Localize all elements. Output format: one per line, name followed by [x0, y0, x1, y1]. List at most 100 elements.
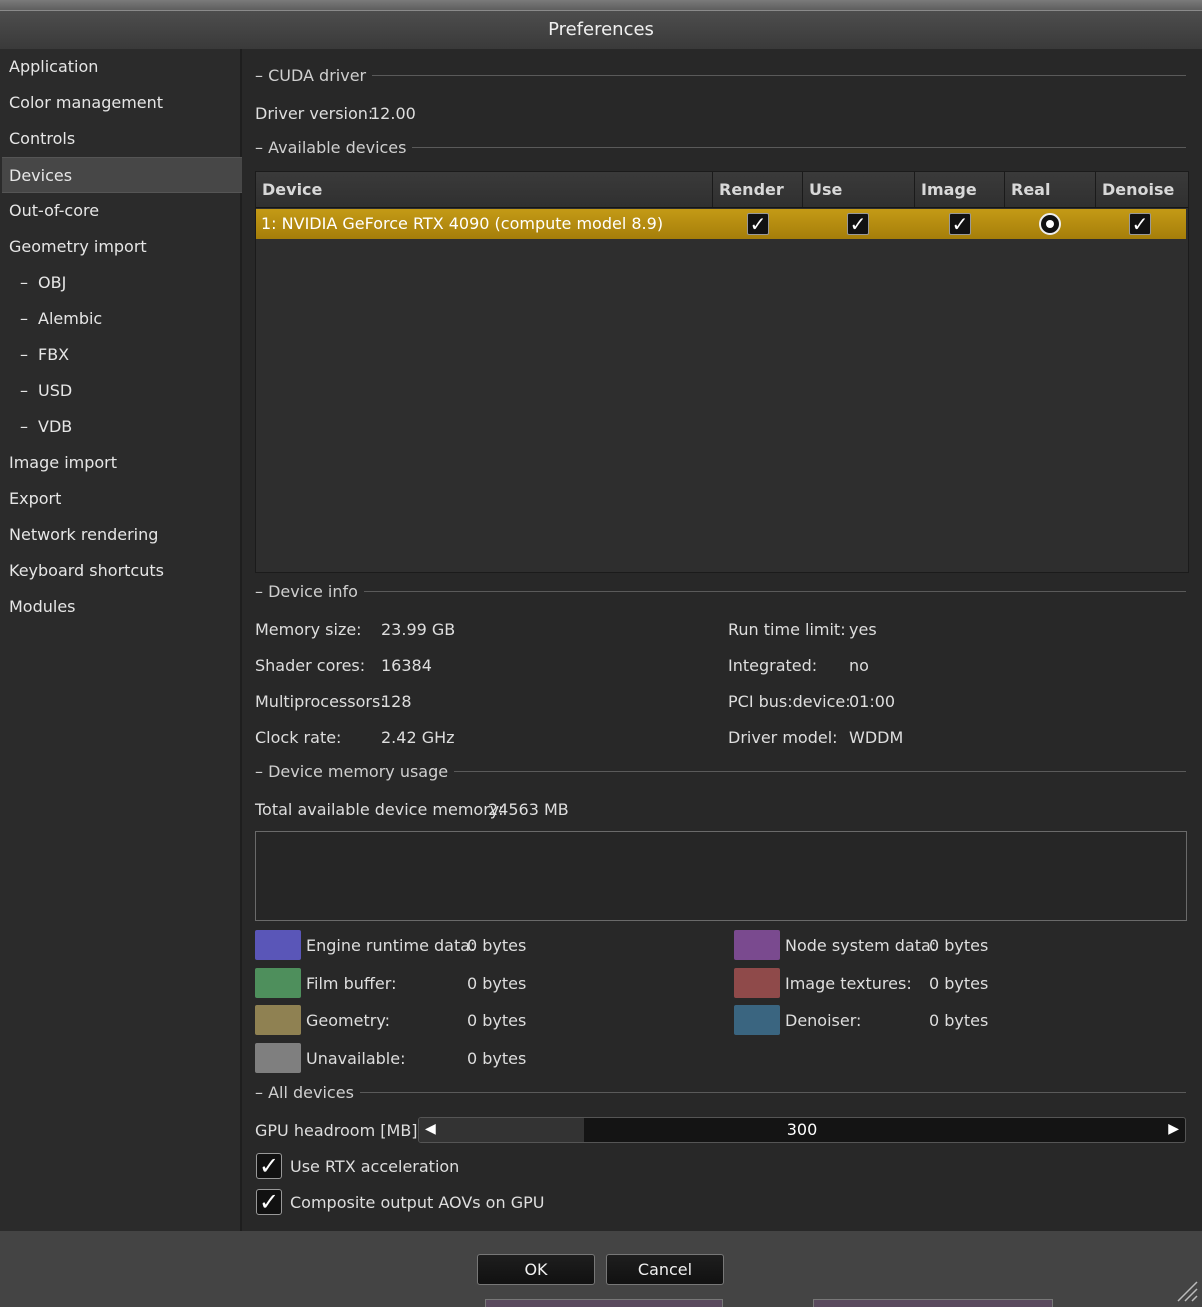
sidebar-item-application[interactable]: Application: [0, 49, 240, 85]
dash-glyph: –: [20, 417, 28, 436]
table-row[interactable]: 1: NVIDIA GeForce RTX 4090 (compute mode…: [256, 209, 1186, 239]
engine-runtime-swatch: [255, 930, 301, 960]
column-header-denoise[interactable]: Denoise: [1096, 172, 1188, 207]
total-memory-value: 24563 MB: [488, 800, 569, 819]
gpu-headroom-slider[interactable]: ◀ 300 ▶: [418, 1117, 1186, 1143]
sidebar-item-vdb[interactable]: – VDB: [0, 409, 240, 445]
device-name: 1: NVIDIA GeForce RTX 4090 (compute mode…: [261, 214, 664, 233]
devices-panel: – CUDA driver Driver version: 12.00 – Av…: [242, 49, 1202, 1231]
sidebar-item-export[interactable]: Export: [0, 481, 240, 517]
arrow-right-icon[interactable]: ▶: [1168, 1121, 1179, 1137]
composite-aovs-label: Composite output AOVs on GPU: [290, 1193, 545, 1212]
column-header-render[interactable]: Render: [713, 172, 803, 207]
image-checkbox[interactable]: ✓: [949, 213, 971, 235]
sidebar-item-label: Color management: [9, 93, 164, 112]
sidebar-item-label: VDB: [38, 417, 73, 436]
use-rtx-label: Use RTX acceleration: [290, 1157, 460, 1176]
use-priority-checkbox[interactable]: ✓: [847, 213, 869, 235]
section-label: – Available devices: [255, 137, 407, 157]
render-checkbox[interactable]: ✓: [747, 213, 769, 235]
sidebar-item-devices[interactable]: Devices: [2, 157, 242, 193]
driver-version-label: Driver version:: [255, 104, 374, 123]
section-divider: [412, 146, 1186, 148]
sidebar-item-image-import[interactable]: Image import: [0, 445, 240, 481]
sidebar-item-label: Keyboard shortcuts: [9, 561, 164, 580]
section-label: – Device memory usage: [255, 761, 449, 781]
driver-version-value: 12.00: [370, 104, 416, 123]
total-memory-label: Total available device memory:: [255, 800, 504, 819]
section-label: – Device info: [255, 581, 358, 601]
sidebar-item-fbx[interactable]: – FBX: [0, 337, 240, 373]
sidebar-item-label: Network rendering: [9, 525, 159, 544]
memory-size-value: 23.99 GB: [381, 620, 456, 639]
sidebar-item-label: Geometry import: [9, 237, 147, 256]
section-divider: [454, 770, 1186, 772]
sidebar-item-label: Modules: [9, 597, 76, 616]
section-divider: [363, 590, 1186, 592]
shader-cores-label: Shader cores:: [255, 656, 366, 675]
dash-glyph: –: [20, 309, 28, 328]
section-device-info: – Device info: [255, 581, 1186, 601]
shader-cores-value: 16384: [381, 656, 432, 675]
composite-aovs-checkbox[interactable]: ✓: [256, 1189, 282, 1215]
sidebar-item-network-rendering[interactable]: Network rendering: [0, 517, 240, 553]
section-divider: [372, 74, 1186, 76]
engine-runtime-label: Engine runtime data:: [306, 936, 476, 955]
window-top-strip: [0, 0, 1202, 10]
table-header: Device Render Use priority Image Real ti…: [256, 172, 1188, 234]
film-buffer-label: Film buffer:: [306, 974, 397, 993]
column-header-use-priority[interactable]: Use priority: [803, 172, 915, 234]
column-header-image[interactable]: Image: [915, 172, 1005, 207]
column-header-device[interactable]: Device: [256, 172, 713, 207]
sidebar-item-label: FBX: [38, 345, 70, 364]
sidebar-item-modules[interactable]: Modules: [0, 589, 240, 625]
real-time-radio[interactable]: [1039, 213, 1061, 235]
ok-button[interactable]: OK: [477, 1254, 595, 1285]
memory-size-label: Memory size:: [255, 620, 362, 639]
sidebar-item-color-management[interactable]: Color management: [0, 85, 240, 121]
clock-rate-label: Clock rate:: [255, 728, 342, 747]
dash-glyph: –: [20, 345, 28, 364]
sidebar-item-label: Devices: [9, 166, 73, 185]
sidebar-item-usd[interactable]: – USD: [0, 373, 240, 409]
driver-model-value: WDDM: [849, 728, 904, 747]
column-header-real-time[interactable]: Real time: [1005, 172, 1096, 234]
geometry-label: Geometry:: [306, 1011, 391, 1030]
use-rtx-checkbox[interactable]: ✓: [256, 1153, 282, 1179]
integrated-label: Integrated:: [728, 656, 818, 675]
section-divider: [359, 1091, 1186, 1093]
gpu-headroom-label: GPU headroom [MB]:: [255, 1121, 423, 1140]
sidebar-item-obj[interactable]: – OBJ: [0, 265, 240, 301]
multiprocessors-label: Multiprocessors:: [255, 692, 386, 711]
integrated-value: no: [849, 656, 869, 675]
film-buffer-value: 0 bytes: [467, 974, 527, 993]
clock-rate-value: 2.42 GHz: [381, 728, 455, 747]
sidebar-item-label: Export: [9, 489, 62, 508]
window-title: Preferences: [548, 19, 654, 40]
denoiser-value: 0 bytes: [929, 1011, 989, 1030]
sidebar-item-geometry-import[interactable]: Geometry import: [0, 229, 240, 265]
pci-label: PCI bus:device:: [728, 692, 851, 711]
geometry-value: 0 bytes: [467, 1011, 527, 1030]
multiprocessors-value: 128: [381, 692, 412, 711]
sidebar-item-out-of-core[interactable]: Out-of-core: [0, 193, 240, 229]
button-bar: [0, 1231, 1202, 1306]
section-cuda-driver: – CUDA driver: [255, 65, 1186, 85]
sidebar-item-keyboard-shortcuts[interactable]: Keyboard shortcuts: [0, 553, 240, 589]
sidebar-item-label: Application: [9, 57, 99, 76]
engine-runtime-value: 0 bytes: [467, 936, 527, 955]
sidebar-item-alembic[interactable]: – Alembic: [0, 301, 240, 337]
node-system-value: 0 bytes: [929, 936, 989, 955]
image-textures-value: 0 bytes: [929, 974, 989, 993]
sidebar-item-label: USD: [38, 381, 73, 400]
cancel-button[interactable]: Cancel: [606, 1254, 724, 1285]
sidebar-item-controls[interactable]: Controls: [0, 121, 240, 157]
unavailable-value: 0 bytes: [467, 1049, 527, 1068]
resize-grip-icon[interactable]: [1174, 1278, 1198, 1302]
denoise-checkbox[interactable]: ✓: [1129, 213, 1151, 235]
title-bar: Preferences: [0, 10, 1202, 49]
run-time-limit-value: yes: [849, 620, 877, 639]
sidebar-item-label: Image import: [9, 453, 118, 472]
denoiser-label: Denoiser:: [785, 1011, 862, 1030]
section-label: – All devices: [255, 1082, 354, 1102]
